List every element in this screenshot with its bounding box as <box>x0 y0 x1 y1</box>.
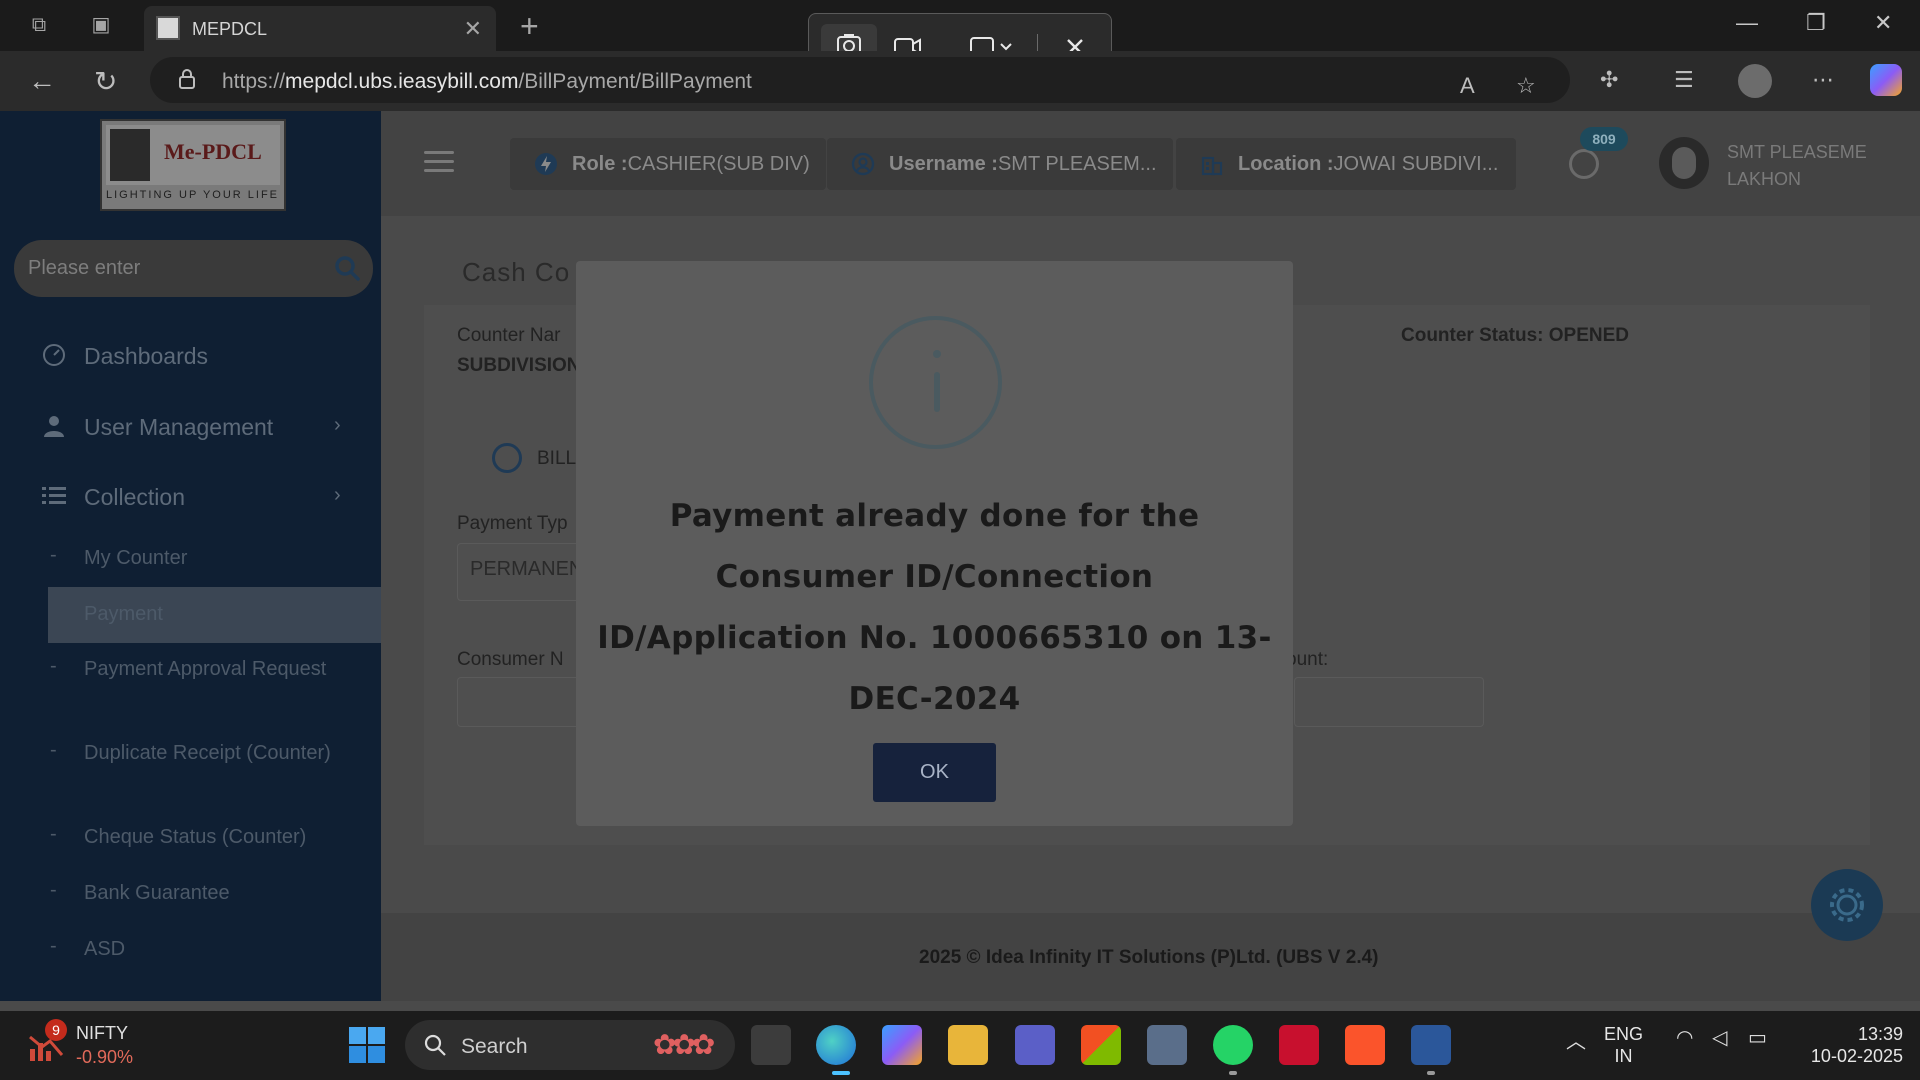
show-hidden-icons-chevron-icon[interactable]: ︿ <box>1566 1025 1586 1054</box>
ok-button[interactable]: OK <box>873 743 996 802</box>
sidebar-subitem-payment[interactable]: Payment <box>48 587 381 643</box>
sidebar-item-dashboards[interactable]: Dashboards <box>0 335 381 375</box>
sidebar-subitem-duplicate-receipt[interactable]: - Duplicate Receipt (Counter) <box>0 739 381 799</box>
battery-icon[interactable]: ▭ <box>1748 1025 1767 1050</box>
close-window-icon[interactable]: ✕ <box>1874 10 1892 36</box>
task-view-icon[interactable] <box>751 1025 791 1065</box>
counter-name-label: Counter Nar <box>457 325 561 346</box>
counter-status: Counter Status: OPENED <box>1401 325 1630 346</box>
url-field[interactable]: https://mepdcl.ubs.ieasybill.com/BillPay… <box>150 57 1570 103</box>
restore-icon[interactable]: ❐ <box>1806 10 1826 36</box>
windows-taskbar: 9 NIFTY -0.90% Search ✿✿✿ ︿ ENG IN ◠ ◁ ▭… <box>0 1011 1920 1080</box>
location-pill: Location :JOWAI SUBDIVI... <box>1176 138 1516 190</box>
back-icon[interactable]: ← <box>28 65 56 97</box>
user-icon <box>44 416 64 437</box>
search-placeholder: Please enter <box>28 257 141 279</box>
url-text: https://mepdcl.ubs.ieasybill.com/BillPay… <box>222 70 752 93</box>
copilot-app-icon[interactable] <box>882 1025 922 1065</box>
new-tab-icon[interactable]: + <box>520 8 539 45</box>
hamburger-menu-icon[interactable] <box>424 151 454 173</box>
sidebar-subitem-payment-approval-request[interactable]: - Payment Approval Request <box>0 655 381 715</box>
nifty-change: -0.90% <box>76 1047 134 1067</box>
user-circle-icon <box>851 152 875 176</box>
read-aloud-icon[interactable]: A <box>1460 73 1475 99</box>
app-header: Role :CASHIER(SUB DIV) Username :SMT PLE… <box>381 111 1920 216</box>
vertical-tabs-icon[interactable]: ▣ <box>88 12 114 38</box>
close-tab-icon[interactable]: ✕ <box>464 16 482 42</box>
chevron-right-icon: › <box>334 484 341 506</box>
page-footer: 2025 © Idea Infinity IT Solutions (P)Ltd… <box>381 913 1920 1001</box>
lock-icon <box>179 69 195 89</box>
browser-tab[interactable]: MEPDCL ✕ <box>144 6 496 51</box>
calculator-icon[interactable] <box>1147 1025 1187 1065</box>
logo-mark-icon <box>110 129 150 181</box>
bill-radio-label: BILL <box>537 448 577 469</box>
brave-browser-icon[interactable] <box>1345 1025 1385 1065</box>
sidebar-item-user-management[interactable]: User Management › <box>0 406 381 446</box>
profile-avatar[interactable] <box>1738 64 1772 98</box>
copilot-icon[interactable] <box>1870 64 1902 96</box>
volume-icon[interactable]: ◁ <box>1712 1025 1727 1050</box>
more-options-icon[interactable]: ⋯ <box>1812 67 1834 93</box>
file-explorer-icon[interactable] <box>948 1025 988 1065</box>
mcafee-icon[interactable] <box>1279 1025 1319 1065</box>
sidebar-search-input[interactable]: Please enter <box>14 240 373 297</box>
workspaces-icon[interactable]: ⧉ <box>26 12 52 38</box>
company-logo: Me-PDCL LIGHTING UP YOUR LIFE <box>100 119 286 211</box>
settings-fab-button[interactable] <box>1811 869 1883 941</box>
payment-type-label: Payment Typ <box>457 513 568 534</box>
notification-badge: 809 <box>1580 127 1628 151</box>
counter-name-value: SUBDIVISION <box>457 355 581 376</box>
gear-icon <box>1830 888 1864 922</box>
search-icon <box>424 1034 446 1056</box>
sidebar: Me-PDCL LIGHTING UP YOUR LIFE Please ent… <box>0 111 381 1001</box>
list-icon <box>42 487 66 504</box>
sidebar-item-collection[interactable]: Collection › <box>0 476 381 516</box>
sidebar-subitem-bank-guarantee[interactable]: - Bank Guarantee <box>0 879 381 909</box>
taskbar-search-input[interactable]: Search ✿✿✿ <box>405 1020 735 1070</box>
chevron-right-icon: › <box>334 414 341 436</box>
windows-start-icon[interactable] <box>349 1027 385 1063</box>
nifty-label[interactable]: NIFTY <box>76 1023 128 1044</box>
alert-message: Payment already done for the Consumer ID… <box>597 498 1272 717</box>
nifty-notification-badge: 9 <box>45 1019 67 1041</box>
payment-alert-dialog: Payment already done for the Consumer ID… <box>576 261 1293 826</box>
browser-address-bar: ← ↻ https://mepdcl.ubs.ieasybill.com/Bil… <box>0 51 1920 111</box>
favorite-star-icon[interactable]: ☆ <box>1516 73 1536 99</box>
amount-input[interactable] <box>1294 677 1484 727</box>
site-favicon-icon <box>156 16 180 40</box>
microsoft-store-icon[interactable] <box>1081 1025 1121 1065</box>
whatsapp-icon[interactable] <box>1213 1025 1253 1065</box>
info-icon <box>869 316 1002 449</box>
consumer-number-label: Consumer N <box>457 649 564 670</box>
card-title: Cash Co <box>462 257 571 287</box>
language-indicator[interactable]: ENG IN <box>1604 1023 1643 1067</box>
sidebar-subitem-my-counter[interactable]: - My Counter <box>0 544 381 574</box>
system-clock[interactable]: 13:39 10-02-2025 <box>1795 1023 1903 1067</box>
role-pill: Role :CASHIER(SUB DIV) <box>510 138 826 190</box>
history-clock-icon[interactable] <box>1569 149 1599 179</box>
sidebar-subitem-cheque-status[interactable]: - Cheque Status (Counter) <box>0 823 381 853</box>
search-highlight-flowers-icon: ✿✿✿ <box>653 1029 715 1060</box>
user-display-name[interactable]: SMT PLEASEME LAKHON <box>1727 139 1897 193</box>
bill-radio[interactable] <box>492 443 522 473</box>
sidebar-subitem-asd[interactable]: - ASD <box>0 935 381 965</box>
lightning-icon <box>535 153 557 175</box>
refresh-icon[interactable]: ↻ <box>94 65 117 98</box>
user-avatar[interactable] <box>1659 137 1709 189</box>
building-icon <box>1201 156 1223 176</box>
edge-browser-icon[interactable] <box>816 1025 856 1065</box>
search-icon[interactable] <box>333 254 361 282</box>
extensions-icon[interactable]: ✣ <box>1600 67 1618 93</box>
wifi-icon[interactable]: ◠ <box>1676 1025 1693 1050</box>
word-icon[interactable] <box>1411 1025 1451 1065</box>
dashboard-gauge-icon <box>43 344 65 366</box>
teams-icon[interactable] <box>1015 1025 1055 1065</box>
minimize-icon[interactable]: — <box>1736 10 1758 36</box>
favorites-icon[interactable]: ☰ <box>1674 67 1694 93</box>
username-pill: Username :SMT PLEASEM... <box>827 138 1173 190</box>
tab-title: MEPDCL <box>192 19 268 39</box>
copyright-text: 2025 © Idea Infinity IT Solutions (P)Ltd… <box>919 947 1379 968</box>
